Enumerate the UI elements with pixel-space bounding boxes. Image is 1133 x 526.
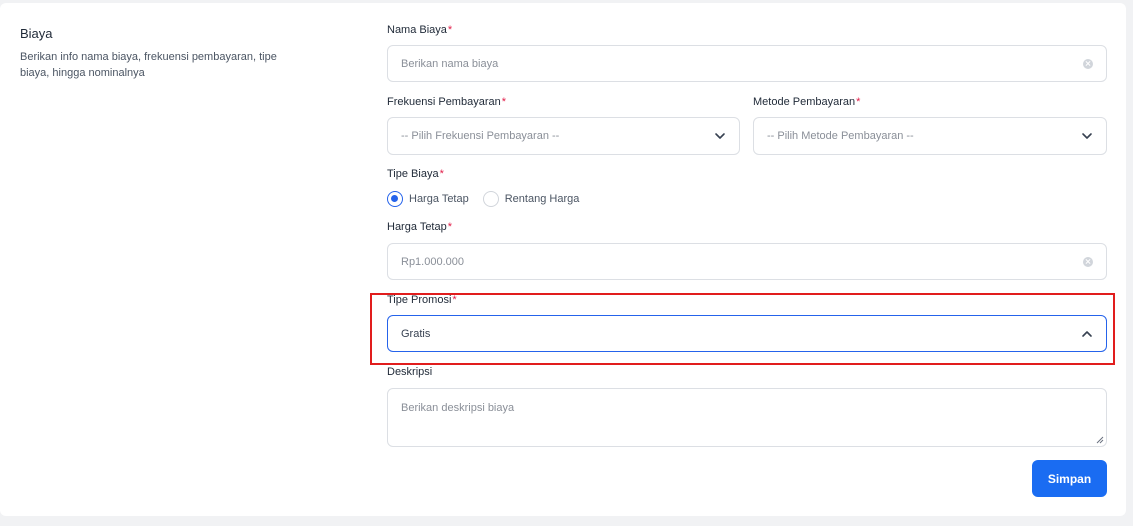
deskripsi-label: Deskripsi — [387, 366, 432, 378]
tipe-biaya-label: Tipe Biaya* — [387, 168, 444, 180]
nama-biaya-input[interactable]: Berikan nama biaya — [387, 45, 1107, 82]
metode-label: Metode Pembayaran* — [753, 96, 860, 108]
harga-tetap-input[interactable]: Rp1.000.000 — [387, 243, 1107, 280]
deskripsi-placeholder: Berikan deskripsi biaya — [401, 402, 515, 414]
radio-label-rentang-harga: Rentang Harga — [504, 193, 580, 205]
required-mark: * — [447, 24, 453, 36]
section-title: Biaya — [20, 26, 53, 41]
section-description: Berikan info nama biaya, frekuensi pemba… — [20, 51, 277, 79]
metode-label-text: Metode Pembayaran — [753, 96, 856, 108]
radio-harga-tetap[interactable] — [387, 191, 403, 207]
resize-grip-icon[interactable] — [1096, 436, 1104, 444]
tipe-promosi-label: Tipe Promosi* — [387, 294, 457, 306]
deskripsi-textarea[interactable]: Berikan deskripsi biaya — [387, 388, 1107, 447]
frekuensi-select[interactable]: -- Pilih Frekuensi Pembayaran -- — [387, 117, 740, 155]
tipe-promosi-label-text: Tipe Promosi — [387, 294, 452, 306]
clear-circle-icon[interactable] — [1083, 58, 1093, 69]
radio-option-rentang-harga[interactable]: Rentang Harga — [482, 191, 580, 207]
nama-biaya-label: Nama Biaya* — [387, 24, 452, 36]
radio-label-harga-tetap: Harga Tetap — [409, 193, 469, 205]
radio-rentang-harga[interactable] — [482, 191, 499, 207]
nama-biaya-label-text: Nama Biaya — [387, 24, 447, 36]
tipe-biaya-radio-group: Harga Tetap Rentang Harga — [387, 191, 593, 207]
nama-biaya-placeholder: Berikan nama biaya — [401, 57, 499, 70]
harga-tetap-label: Harga Tetap* — [387, 221, 452, 233]
required-mark: * — [447, 221, 453, 233]
tipe-biaya-label-text: Tipe Biaya — [387, 168, 439, 180]
chevron-down-icon — [1082, 133, 1092, 139]
required-mark: * — [501, 96, 507, 108]
metode-selected-value: -- Pilih Metode Pembayaran -- — [767, 130, 914, 142]
simpan-button[interactable]: Simpan — [1032, 460, 1107, 497]
deskripsi-label-text: Deskripsi — [387, 366, 433, 378]
required-mark: * — [856, 96, 861, 108]
chevron-up-icon — [1082, 330, 1092, 337]
radio-option-harga-tetap[interactable]: Harga Tetap — [387, 191, 469, 207]
metode-select[interactable]: -- Pilih Metode Pembayaran -- — [753, 117, 1107, 155]
harga-tetap-label-text: Harga Tetap — [387, 221, 447, 233]
required-mark: * — [452, 294, 457, 306]
frekuensi-label: Frekuensi Pembayaran* — [387, 96, 506, 108]
tipe-promosi-select[interactable]: Gratis — [387, 315, 1107, 352]
required-mark: * — [439, 168, 444, 180]
harga-tetap-placeholder: Rp1.000.000 — [401, 255, 464, 268]
tipe-promosi-selected-value: Gratis — [401, 327, 431, 340]
frekuensi-selected-value: -- Pilih Frekuensi Pembayaran -- — [401, 130, 560, 142]
chevron-down-icon — [715, 133, 725, 139]
clear-circle-icon[interactable] — [1083, 256, 1093, 267]
frekuensi-label-text: Frekuensi Pembayaran — [387, 96, 501, 108]
